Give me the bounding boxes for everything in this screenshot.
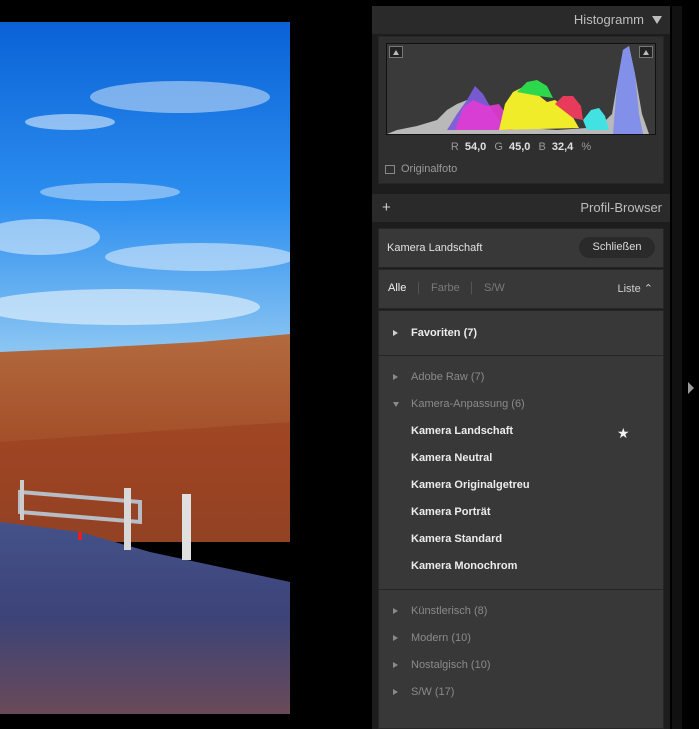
original-photo-toggle[interactable]: Originalfoto [385,163,457,175]
divider [379,589,663,590]
g-value: 45,0 [508,141,531,153]
group-vintage[interactable]: Nostalgisch (10) [393,659,490,671]
chevron-right-icon [393,635,398,641]
profile-item[interactable]: Kamera Monochrom [411,560,517,572]
current-profile-name: Kamera Landschaft [387,242,483,254]
group-label: S/W (17) [411,686,455,698]
group-bw[interactable]: S/W (17) [393,686,454,698]
panel-scrollbar[interactable] [672,6,682,729]
original-photo-checkbox[interactable] [385,164,395,174]
group-label: Kamera-Anpassung (6) [411,398,525,410]
view-mode-select[interactable]: Liste ⌃ [617,282,653,295]
profile-item[interactable]: Kamera Neutral [411,452,492,464]
filter-color[interactable]: Farbe [431,282,460,294]
panel-expand-arrow-icon[interactable] [688,382,694,394]
histogram-panel: R 54,0 G 45,0 B 32,4 % Originalfoto [378,36,664,184]
group-adobe-raw[interactable]: Adobe Raw (7) [393,371,484,383]
triangle-down-icon[interactable] [652,16,662,24]
profile-item[interactable]: Kamera Porträt [411,506,490,518]
chevron-right-icon [393,662,398,668]
filter-divider [471,282,472,294]
r-label: R [450,141,459,153]
chevron-right-icon [393,689,398,695]
chevron-right-icon [393,608,398,614]
chevron-right-icon [393,330,398,336]
close-button[interactable]: Schließen [579,237,655,258]
plus-icon[interactable]: + [382,199,391,216]
profile-item[interactable]: Kamera Landschaft [411,425,513,437]
histogram-graph [386,43,656,135]
rgb-readout: R 54,0 G 45,0 B 32,4 % [379,141,663,153]
chevron-down-icon [393,401,399,407]
filter-bw[interactable]: S/W [484,282,505,294]
group-label: Favoriten (7) [411,327,478,339]
star-icon[interactable]: ★ [617,425,630,442]
histogram-title: Histogramm [573,12,644,27]
profile-list: Favoriten (7) Adobe Raw (7) Kamera-Anpas… [378,310,664,729]
original-photo-label: Originalfoto [401,163,458,175]
filter-all[interactable]: Alle [388,282,406,294]
r-value: 54,0 [464,141,487,153]
percent-unit: % [581,141,592,153]
filter-divider [418,282,419,294]
profile-browser-header: + Profil-Browser [372,194,670,222]
group-label: Adobe Raw (7) [411,371,485,383]
g-label: G [494,141,503,153]
profile-item[interactable]: Kamera Standard [411,533,502,545]
current-profile-bar: Kamera Landschaft Schließen [378,228,664,268]
histogram-header[interactable]: Histogramm [372,6,670,34]
profile-browser-title: Profil-Browser [580,200,662,215]
group-modern[interactable]: Modern (10) [393,632,471,644]
group-camera-matching[interactable]: Kamera-Anpassung (6) [393,398,525,410]
divider [379,355,663,356]
group-label: Nostalgisch (10) [411,659,491,671]
profile-filter-bar: Alle Farbe S/W Liste ⌃ [378,269,664,309]
photo-preview [0,22,290,714]
group-favorites[interactable]: Favoriten (7) [393,327,477,339]
profile-item[interactable]: Kamera Originalgetreu [411,479,530,491]
right-panel: Histogramm R 54,0 G 45,0 B 32,4 % Origin… [372,6,670,729]
group-label: Künstlerisch (8) [411,605,488,617]
highlight-clipping-toggle[interactable] [639,46,653,58]
group-artistic[interactable]: Künstlerisch (8) [393,605,487,617]
shadow-clipping-toggle[interactable] [389,46,403,58]
chevron-right-icon [393,374,398,380]
group-label: Modern (10) [411,632,471,644]
b-value: 32,4 [551,141,574,153]
b-label: B [538,141,546,153]
